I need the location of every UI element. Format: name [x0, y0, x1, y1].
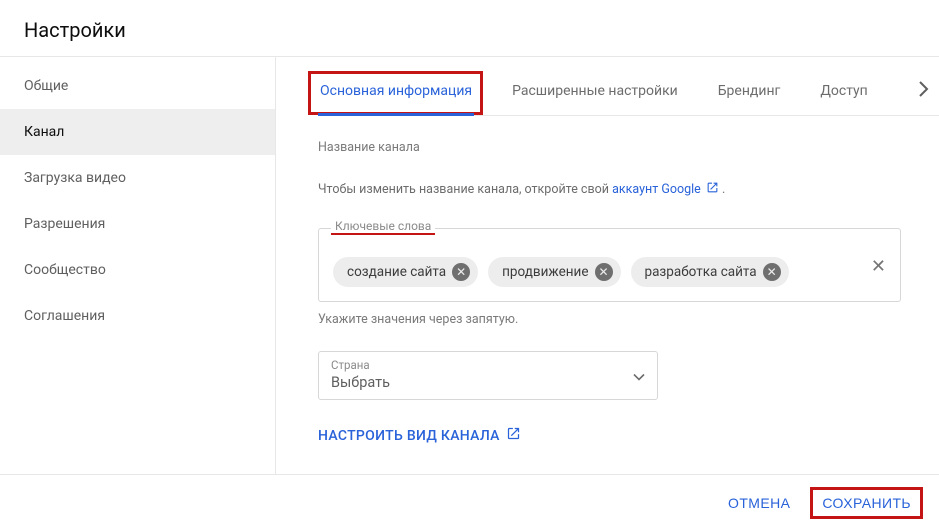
tab-advanced[interactable]: Расширенные настройки: [510, 75, 680, 115]
keywords-chips: создание сайта ✕ продвижение ✕ разработк…: [333, 257, 886, 287]
tab-bar: Основная информация Расширенные настройк…: [318, 57, 939, 116]
keywords-legend: Ключевые слова: [331, 219, 435, 235]
basic-info-section: Название канала Чтобы изменить название …: [318, 140, 939, 445]
customize-channel-link[interactable]: НАСТРОИТЬ ВИД КАНАЛА: [318, 426, 521, 445]
caret-down-icon: [633, 366, 645, 385]
keyword-chip: разработка сайта ✕: [631, 257, 789, 287]
country-label: Страна: [331, 358, 645, 372]
sidebar-item-upload[interactable]: Загрузка видео: [0, 155, 275, 201]
chip-label: разработка сайта: [645, 264, 757, 280]
main-panel: Основная информация Расширенные настройк…: [275, 57, 939, 476]
chip-remove-icon[interactable]: ✕: [452, 263, 470, 281]
google-account-link[interactable]: аккаунт Google: [612, 182, 701, 197]
sidebar-item-agreements[interactable]: Соглашения: [0, 293, 275, 339]
keyword-chip: продвижение ✕: [488, 257, 620, 287]
help-text: Чтобы изменить название канала, откройте…: [318, 182, 612, 197]
sidebar-item-general[interactable]: Общие: [0, 63, 275, 109]
tab-access[interactable]: Доступ: [818, 75, 869, 115]
chip-remove-icon[interactable]: ✕: [595, 263, 613, 281]
sidebar-item-community[interactable]: Сообщество: [0, 247, 275, 293]
sidebar-item-channel[interactable]: Канал: [0, 109, 275, 155]
external-link-icon: [506, 426, 521, 445]
channel-name-label: Название канала: [318, 140, 901, 155]
dialog-body: Общие Канал Загрузка видео Разрешения Со…: [0, 56, 939, 476]
clear-all-icon[interactable]: ✕: [871, 256, 886, 277]
chip-label: создание сайта: [347, 264, 446, 280]
country-value: Выбрать: [331, 374, 645, 391]
settings-sidebar: Общие Канал Загрузка видео Разрешения Со…: [0, 57, 275, 476]
keywords-field[interactable]: Ключевые слова создание сайта ✕ продвиже…: [318, 228, 901, 302]
dialog-title: Настройки: [0, 0, 939, 56]
tab-basic-info[interactable]: Основная информация: [318, 75, 474, 115]
external-link-icon: [706, 181, 719, 198]
chevron-right-icon[interactable]: [919, 78, 929, 112]
chip-remove-icon[interactable]: ✕: [763, 263, 781, 281]
channel-name-help: Чтобы изменить название канала, откройте…: [318, 181, 901, 198]
tab-branding[interactable]: Брендинг: [716, 75, 783, 115]
keyword-chip: создание сайта ✕: [333, 257, 478, 287]
sidebar-item-permissions[interactable]: Разрешения: [0, 201, 275, 247]
chip-label: продвижение: [502, 264, 588, 280]
keywords-hint: Укажите значения через запятую.: [318, 312, 901, 327]
save-button[interactable]: СОХРАНИТЬ: [810, 487, 923, 519]
cancel-button[interactable]: ОТМЕНА: [716, 487, 802, 519]
country-select[interactable]: Страна Выбрать: [318, 351, 658, 400]
dialog-footer: ОТМЕНА СОХРАНИТЬ: [0, 474, 939, 531]
customize-link-label: НАСТРОИТЬ ВИД КАНАЛА: [318, 428, 500, 444]
